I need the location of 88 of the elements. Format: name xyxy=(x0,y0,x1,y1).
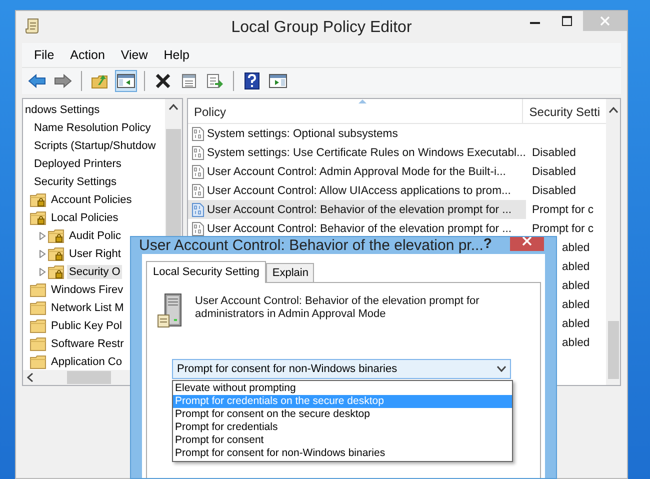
policy-icon xyxy=(192,164,204,178)
folder-icon xyxy=(30,319,46,333)
tree-item[interactable]: Scripts (Startup/Shutdow xyxy=(32,139,158,153)
policy-setting: Prompt for c xyxy=(531,204,594,216)
scroll-up-icon[interactable] xyxy=(169,104,178,110)
policy-setting: Disabled xyxy=(531,184,576,196)
window-panes-icon[interactable] xyxy=(269,74,287,88)
expand-arrow-icon[interactable] xyxy=(38,232,46,240)
tree-item[interactable]: ndows Settings xyxy=(23,103,102,117)
policy-setting: Disabled xyxy=(531,166,576,178)
dialog-title: User Account Control: Behavior of the elevation pr... xyxy=(139,237,484,254)
policy-name[interactable]: User Account Control: Behavior of the elevation prompt for ... xyxy=(207,222,512,234)
locked-folder-icon xyxy=(48,229,64,243)
dropdown-option[interactable]: Prompt for consent on the secure desktop xyxy=(173,408,512,421)
tree-item[interactable]: Network List M xyxy=(49,301,126,315)
expand-arrow-icon[interactable] xyxy=(38,250,46,258)
policy-name[interactable]: User Account Control: Allow UIAccess applications to prom... xyxy=(207,184,511,196)
window-panes-icon[interactable] xyxy=(117,74,135,88)
export-list-icon[interactable] xyxy=(206,73,224,89)
tree-item[interactable]: Audit Polic xyxy=(67,229,123,243)
folder-up-icon[interactable] xyxy=(91,73,109,89)
help-icon[interactable] xyxy=(244,72,260,90)
scrollbar-thumb[interactable] xyxy=(67,371,111,384)
locked-folder-icon xyxy=(30,193,46,207)
tree-item[interactable]: Local Policies xyxy=(49,211,120,225)
policy-icon xyxy=(192,202,204,216)
tree-item[interactable]: Public Key Pol xyxy=(49,319,124,333)
policy-icon xyxy=(192,146,204,160)
close-icon xyxy=(522,237,532,246)
chevron-down-icon xyxy=(497,366,506,372)
forward-arrow-icon[interactable] xyxy=(54,74,72,88)
policy-setting: abled xyxy=(561,260,590,272)
dropdown-option[interactable]: Prompt for consent for non-Windows binaries xyxy=(173,447,512,460)
policy-setting: abled xyxy=(561,242,590,254)
tree-item[interactable]: Deployed Printers xyxy=(32,157,124,171)
tree-item[interactable]: Account Policies xyxy=(49,193,134,207)
policy-setting: abled xyxy=(561,298,590,310)
policy-icon xyxy=(192,126,204,140)
policy-icon xyxy=(192,222,204,236)
server-icon xyxy=(157,293,183,329)
scrollbar[interactable] xyxy=(606,99,620,385)
scroll-left-icon[interactable] xyxy=(27,373,33,382)
locked-folder-icon xyxy=(48,247,64,261)
policy-name[interactable]: User Account Control: Admin Approval Mode for the Built-i... xyxy=(207,166,506,178)
properties-icon[interactable] xyxy=(181,73,197,89)
policy-icon xyxy=(192,184,204,198)
scroll-icon xyxy=(25,18,39,34)
window-title: Local Group Policy Editor xyxy=(231,18,412,37)
tree-item[interactable]: Software Restr xyxy=(49,337,126,351)
menu-item[interactable]: File xyxy=(26,48,62,62)
locked-folder-icon xyxy=(48,265,64,279)
menu-item[interactable]: Help xyxy=(156,48,198,62)
policy-setting: abled xyxy=(561,318,590,330)
close-icon xyxy=(600,16,610,26)
folder-icon xyxy=(30,337,46,351)
policy-setting: Disabled xyxy=(531,146,576,158)
dropdown-option[interactable]: Elevate without prompting xyxy=(173,382,512,395)
tree-item[interactable]: Security Settings xyxy=(32,175,119,189)
expand-arrow-icon[interactable] xyxy=(38,268,46,276)
tree-item[interactable]: Windows Firev xyxy=(49,283,126,297)
tree-item[interactable]: Name Resolution Policy xyxy=(32,121,153,135)
policy-setting: Prompt for c xyxy=(531,222,594,234)
tree-item[interactable]: Application Co xyxy=(49,355,124,369)
back-arrow-icon[interactable] xyxy=(28,74,46,88)
policy-name[interactable]: System settings: Use Certificate Rules on Windows Executabl... xyxy=(207,146,526,158)
policy-setting: abled xyxy=(561,336,590,348)
dropdown-option[interactable]: Prompt for credentials xyxy=(173,421,512,434)
policy-name[interactable]: System settings: Optional subsystems xyxy=(207,128,398,140)
sort-caret-icon xyxy=(358,99,367,104)
tab[interactable]: Local Security Setting xyxy=(146,261,266,283)
dropdown-option[interactable]: Prompt for consent xyxy=(173,434,512,447)
setting-description: User Account Control: Behavior of the elevation prompt for administrators in Admin Approval Mode xyxy=(195,295,480,322)
maximize-icon xyxy=(562,16,572,26)
scroll-up-icon[interactable] xyxy=(608,107,618,113)
help-button[interactable]: ? xyxy=(483,237,492,250)
delete-x-icon[interactable] xyxy=(155,73,171,89)
locked-folder-icon xyxy=(30,211,46,225)
menu-item[interactable]: Action xyxy=(62,48,113,62)
tree-item[interactable]: Security O xyxy=(67,265,122,279)
tab[interactable]: Explain xyxy=(266,263,314,282)
folder-icon xyxy=(30,301,46,315)
menu-item[interactable]: View xyxy=(112,48,156,62)
folder-icon xyxy=(30,283,46,297)
scrollbar-thumb[interactable] xyxy=(608,321,618,379)
folder-icon xyxy=(30,355,46,369)
tree-item[interactable]: User Right xyxy=(67,247,123,261)
column-header[interactable]: Security Setti xyxy=(523,99,606,123)
policy-setting: abled xyxy=(561,280,590,292)
